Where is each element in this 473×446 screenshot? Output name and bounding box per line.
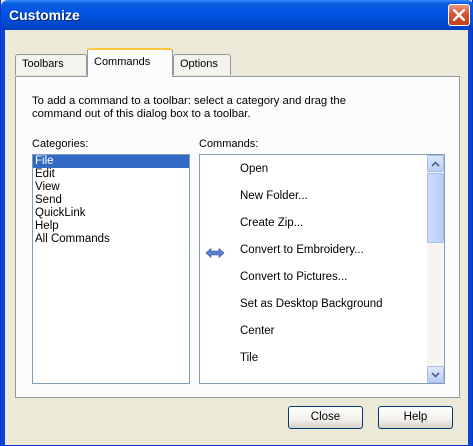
instructions-text: To add a command to a toolbar: select a …: [32, 95, 442, 121]
command-item-center[interactable]: Center: [240, 325, 275, 337]
commands-list[interactable]: Open New Folder... Create Zip... Convert…: [199, 154, 445, 384]
category-item-help[interactable]: Help: [33, 220, 189, 233]
tab-label: Options: [180, 58, 218, 70]
instructions-line: command out of this dialog box to a tool…: [32, 108, 251, 120]
category-item-file[interactable]: File: [33, 155, 189, 168]
category-item-all-commands[interactable]: All Commands: [33, 233, 189, 246]
commands-scrollbar[interactable]: [427, 155, 444, 383]
scroll-up-button[interactable]: [427, 155, 444, 172]
commands-panel: To add a command to a toolbar: select a …: [15, 76, 460, 398]
tab-options[interactable]: Options: [173, 54, 231, 75]
category-item-edit[interactable]: Edit: [33, 168, 189, 181]
help-button[interactable]: Help: [378, 406, 453, 429]
command-item-convert-to-pictures[interactable]: Convert to Pictures...: [240, 271, 347, 283]
window-title: Customize: [9, 7, 80, 23]
command-item-open[interactable]: Open: [240, 163, 268, 175]
chevron-up-icon: [431, 160, 440, 167]
title-bar[interactable]: Customize: [1, 0, 473, 30]
window-close-button[interactable]: [448, 4, 470, 26]
chevron-down-icon: [431, 371, 440, 378]
command-item-set-desktop-background[interactable]: Set as Desktop Background: [240, 298, 383, 310]
scroll-thumb[interactable]: [427, 173, 444, 243]
tab-toolbars[interactable]: Toolbars: [15, 54, 87, 75]
close-x-icon: [453, 9, 465, 21]
category-item-send[interactable]: Send: [33, 194, 189, 207]
window-frame-left: [1, 30, 5, 446]
scroll-down-button[interactable]: [427, 366, 444, 383]
categories-label: Categories:: [32, 138, 89, 150]
category-item-view[interactable]: View: [33, 181, 189, 194]
commands-label: Commands:: [199, 138, 259, 150]
command-item-convert-to-embroidery[interactable]: Convert to Embroidery...: [240, 244, 364, 256]
categories-list[interactable]: File Edit View Send QuickLink Help All C…: [32, 154, 190, 384]
command-item-create-zip[interactable]: Create Zip...: [240, 217, 303, 229]
tab-label: Toolbars: [22, 58, 64, 70]
close-button[interactable]: Close: [288, 406, 363, 429]
command-item-tile[interactable]: Tile: [240, 352, 258, 364]
window-frame-right: [468, 30, 472, 446]
customize-dialog: Customize Toolbars Commands Options To a…: [0, 0, 473, 446]
command-item-new-folder[interactable]: New Folder...: [240, 190, 308, 202]
tab-label: Commands: [94, 56, 151, 68]
instructions-line: To add a command to a toolbar: select a …: [32, 95, 346, 107]
command-icon-gutter: [200, 155, 230, 383]
tab-commands[interactable]: Commands: [87, 48, 173, 77]
double-arrow-icon: [205, 247, 225, 259]
category-item-quicklink[interactable]: QuickLink: [33, 207, 189, 220]
